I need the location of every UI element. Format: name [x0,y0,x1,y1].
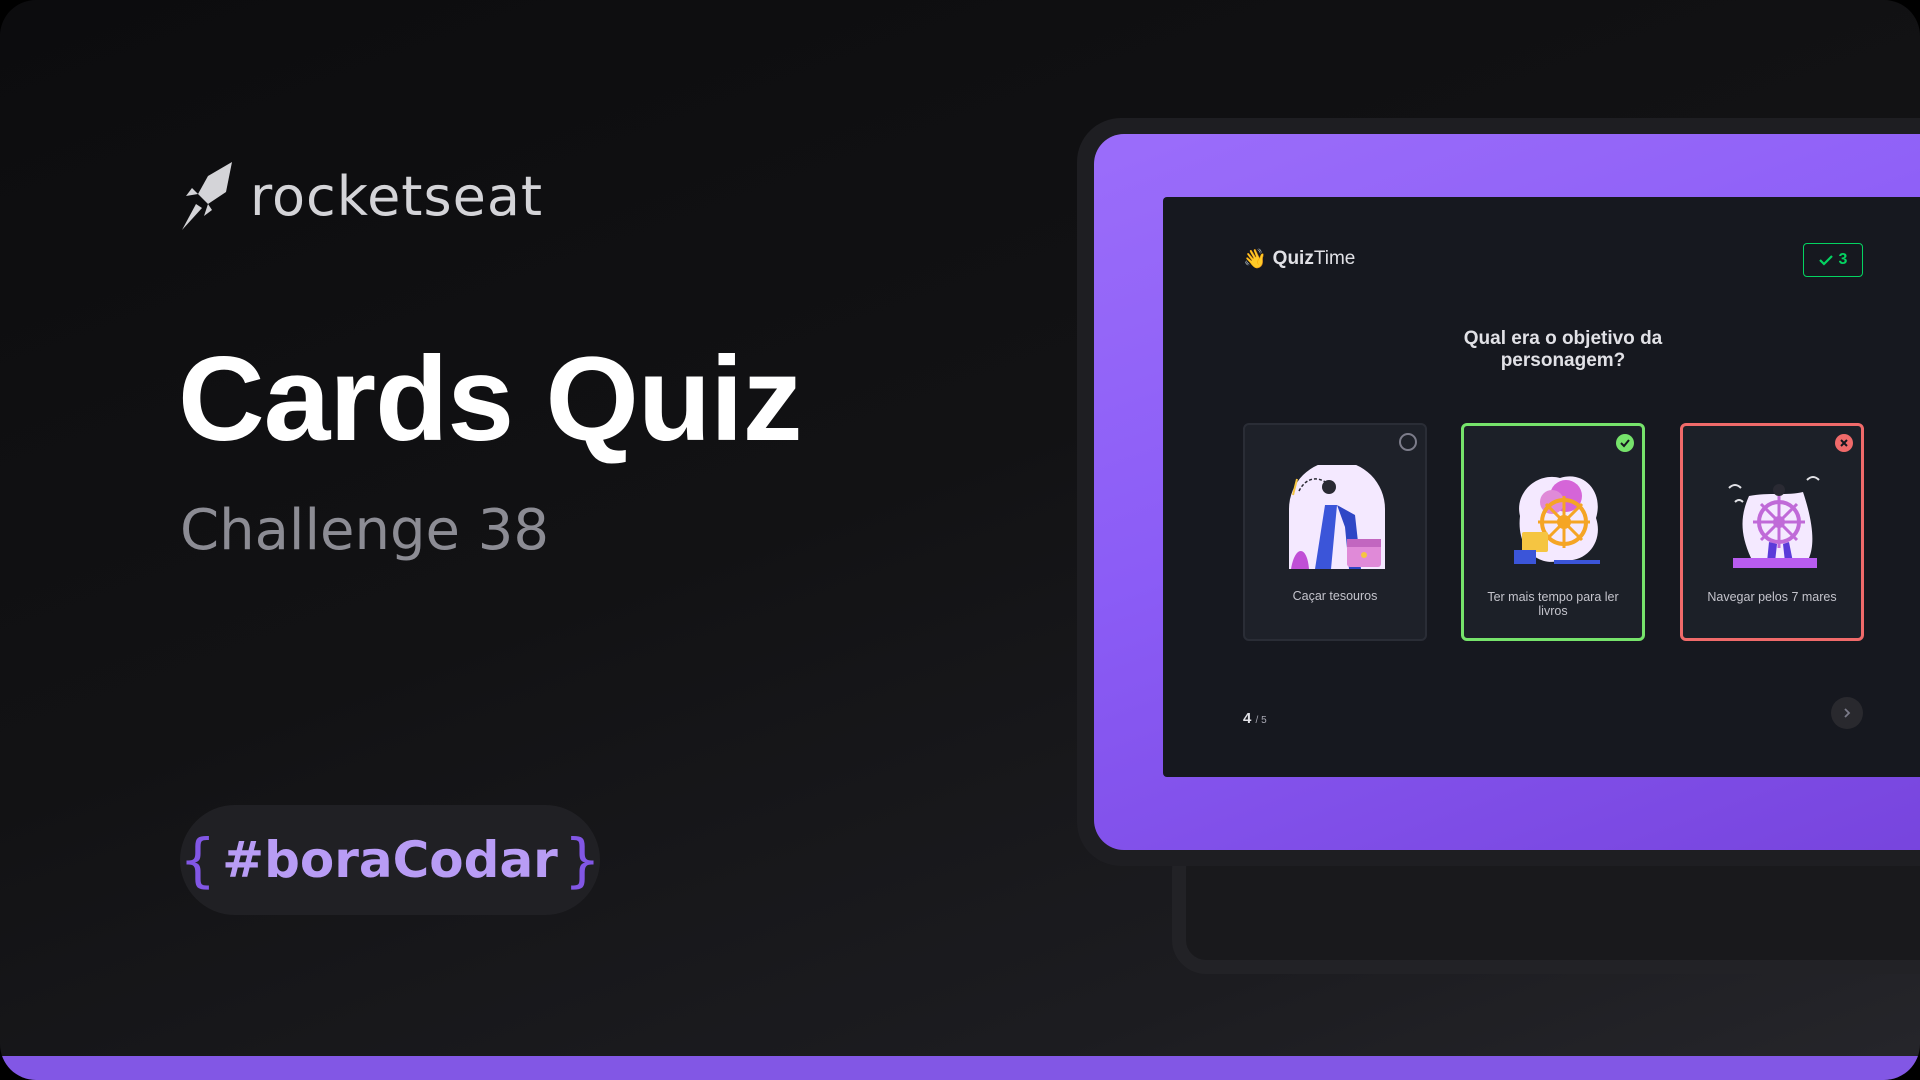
ship-illustration [1728,476,1820,568]
score-badge: 3 [1803,243,1863,277]
brand-name: rocketseat [250,164,544,228]
page-title: Cards Quiz [178,332,802,466]
next-button[interactable] [1831,697,1863,729]
app-name-rest: Time [1313,248,1356,269]
quiz-question: Qual era o objetivo da personagem? [1463,328,1663,371]
check-circle-icon [1616,434,1634,452]
circle-icon [1399,433,1417,451]
progress-total: / 5 [1255,715,1267,726]
option-card-treasure[interactable]: Caçar tesouros [1243,423,1427,641]
bottom-accent-bar [0,1056,1920,1080]
x-circle-icon [1835,434,1853,452]
cover-stage: rocketseat Cards Quiz Challenge 38 { #bo… [0,0,1920,1080]
score-value: 3 [1838,251,1848,268]
treasure-illustration [1289,465,1385,569]
question-progress: 4 / 5 [1243,710,1267,727]
option-label: Ter mais tempo para ler livros [1487,590,1619,618]
rocket-icon [182,162,232,230]
page-subtitle: Challenge 38 [180,498,550,563]
option-label: Caçar tesouros [1292,589,1378,603]
wave-icon: 👋 [1243,249,1267,270]
hashtag-text: #boraCodar [222,831,558,889]
option-card-seas[interactable]: Navegar pelos 7 mares [1680,423,1864,641]
brace-close: } [563,826,601,894]
option-label: Navegar pelos 7 mares [1707,590,1837,604]
hashtag-badge: { #boraCodar } [179,805,601,915]
check-icon [1818,255,1833,266]
books-illustration [1514,476,1600,564]
quiz-screen: 👋 QuizTime 3 Qual era o objetivo da pers… [1163,197,1920,777]
chevron-right-icon [1844,708,1851,718]
brace-open: { [179,826,217,894]
progress-current: 4 [1243,710,1252,727]
quiztime-logo: 👋 QuizTime [1243,247,1355,271]
option-card-books[interactable]: Ter mais tempo para ler livros [1461,423,1645,641]
app-name-bold: Quiz [1272,248,1314,269]
brand-logo: rocketseat [178,160,543,232]
